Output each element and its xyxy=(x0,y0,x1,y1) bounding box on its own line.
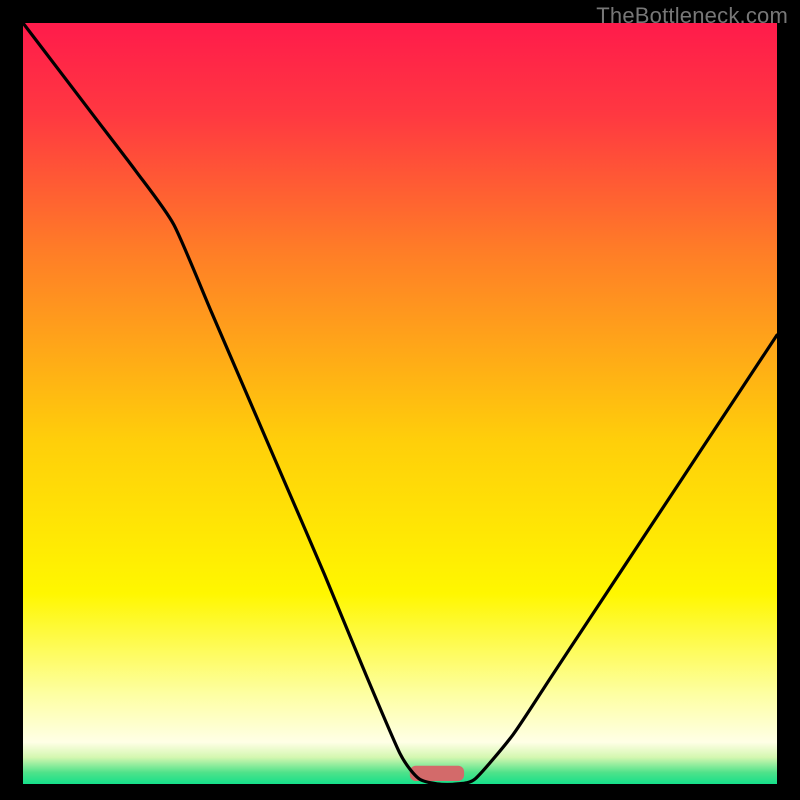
chart-svg xyxy=(23,23,777,784)
plot-area xyxy=(23,23,777,784)
chart-frame: TheBottleneck.com xyxy=(0,0,800,800)
attribution-watermark: TheBottleneck.com xyxy=(596,3,788,29)
gradient-background xyxy=(23,23,777,784)
